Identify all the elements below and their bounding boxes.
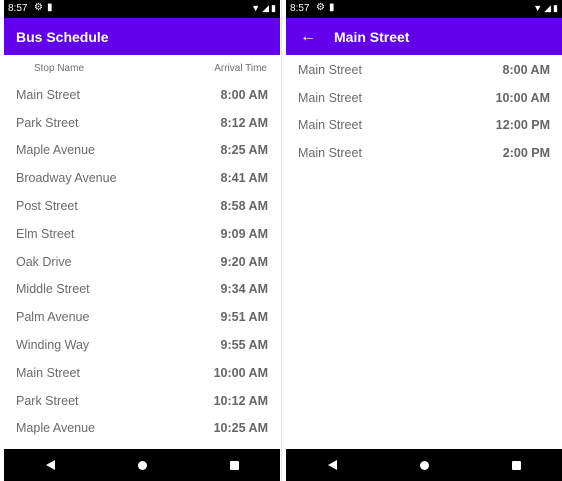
gear-icon: ⚙ [34,2,43,13]
signal-icon: ◢ [544,3,552,13]
schedule-row[interactable]: Broadway Avenue 8:41 AM [4,164,280,192]
arrival-time: 9:09 AM [220,226,268,241]
schedule-list: Main Street 8:00 AM Park Street 8:12 AM Mapl… [4,81,280,442]
stop-name: Middle Street [16,282,90,297]
schedule-row[interactable]: Maple Avenue 8:25 AM [4,137,280,165]
arrival-time: 8:00 AM [220,87,268,102]
schedule-row[interactable]: Main Street 2:00 PM [286,139,562,167]
schedule-row[interactable]: Palm Avenue 9:51 AM [4,303,280,331]
stop-name: Elm Street [16,226,75,241]
gear-icon: ⚙ [316,2,325,13]
arrival-time: 12:00 PM [495,118,550,133]
arrival-time: 8:12 AM [220,115,268,130]
arrival-time: 9:51 AM [220,310,268,325]
schedule-row[interactable]: Main Street 10:00 AM [286,84,562,112]
schedule-row[interactable]: Main Street 10:00 AM [4,359,280,387]
arrival-time: 10:12 AM [213,393,268,408]
stop-name: Maple Avenue [16,143,95,158]
arrival-time: 8:25 AM [220,143,268,158]
sim-icon: ▮ [328,2,335,13]
column-header-arrival-time: Arrival Time [214,62,267,74]
stop-name: Palm Avenue [16,310,90,325]
stop-name: Broadway Avenue [16,171,117,186]
status-bar: 8:57 ⚙ ▮ ▼ ◢ ▮ [286,0,562,18]
nav-back-icon[interactable] [327,460,337,470]
wifi-icon: ▼ [533,3,543,13]
schedule-row[interactable]: Main Street 8:00 AM [4,81,280,109]
schedule-row[interactable]: Park Street 10:12 AM [4,387,280,415]
back-arrow-icon[interactable]: ← [288,28,328,46]
stop-name: Main Street [16,365,80,380]
stop-name: Post Street [16,199,78,214]
stop-name: Park Street [16,393,79,408]
nav-home-icon[interactable] [137,460,147,470]
status-time: 8:57 [290,3,310,14]
stop-name: Oak Drive [16,254,72,269]
stop-times-list: Main Street 8:00 AM Main Street 10:00 AM Mai… [286,55,562,167]
arrival-time: 2:00 PM [502,146,550,161]
screen-divider [281,0,282,481]
schedule-row[interactable]: Park Street 8:12 AM [4,109,280,137]
schedule-row[interactable]: Elm Street 9:09 AM [4,220,280,248]
nav-recents-icon[interactable] [229,460,239,470]
schedule-row[interactable]: Main Street 12:00 PM [286,112,562,140]
column-header-row: Stop Name Arrival Time [4,55,280,81]
stop-name: Maple Avenue [16,421,95,436]
navigation-bar [286,449,562,481]
navigation-bar [4,449,280,481]
arrival-time: 8:00 AM [502,62,550,77]
column-header-stop-name: Stop Name [33,62,85,74]
stop-name: Main Street [298,62,362,77]
schedule-row[interactable]: Oak Drive 9:20 AM [4,248,280,276]
schedule-row[interactable]: Main Street 8:00 AM [286,56,562,84]
nav-back-icon[interactable] [45,460,55,470]
stop-name: Main Street [298,118,362,133]
app-title: Main Street [334,28,410,45]
arrival-time: 9:20 AM [220,254,268,269]
app-bar: ← Main Street [286,18,562,55]
signal-icon: ◢ [262,3,270,13]
battery-icon: ▮ [553,3,558,13]
phone-screen-stop-detail: 8:57 ⚙ ▮ ▼ ◢ ▮ ← Main Street Main Street… [286,0,562,481]
nav-home-icon[interactable] [419,460,429,470]
battery-icon: ▮ [271,3,276,13]
arrival-time: 9:34 AM [220,282,268,297]
schedule-row[interactable]: Winding Way 9:55 AM [4,331,280,359]
arrival-time: 8:58 AM [220,199,268,214]
arrival-time: 10:25 AM [213,421,268,436]
stop-name: Main Street [298,90,362,105]
stop-name: Park Street [16,115,79,130]
nav-recents-icon[interactable] [511,460,521,470]
arrival-time: 8:41 AM [220,171,268,186]
app-title: Bus Schedule [16,28,109,45]
schedule-row[interactable]: Middle Street 9:34 AM [4,276,280,304]
schedule-row[interactable]: Maple Avenue 10:25 AM [4,415,280,443]
phone-screen-schedule: 8:57 ⚙ ▮ ▼ ◢ ▮ Bus Schedule Stop Name Ar… [4,0,280,481]
sim-icon: ▮ [46,2,53,13]
arrival-time: 10:00 AM [213,365,268,380]
stop-name: Main Street [298,146,362,161]
app-bar: Bus Schedule [4,18,280,55]
stop-name: Main Street [16,87,80,102]
status-time: 8:57 [8,3,28,14]
wifi-icon: ▼ [251,3,261,13]
stop-name: Winding Way [16,338,90,353]
arrival-time: 10:00 AM [495,90,550,105]
arrival-time: 9:55 AM [220,338,268,353]
schedule-row[interactable]: Post Street 8:58 AM [4,192,280,220]
status-bar: 8:57 ⚙ ▮ ▼ ◢ ▮ [4,0,280,18]
